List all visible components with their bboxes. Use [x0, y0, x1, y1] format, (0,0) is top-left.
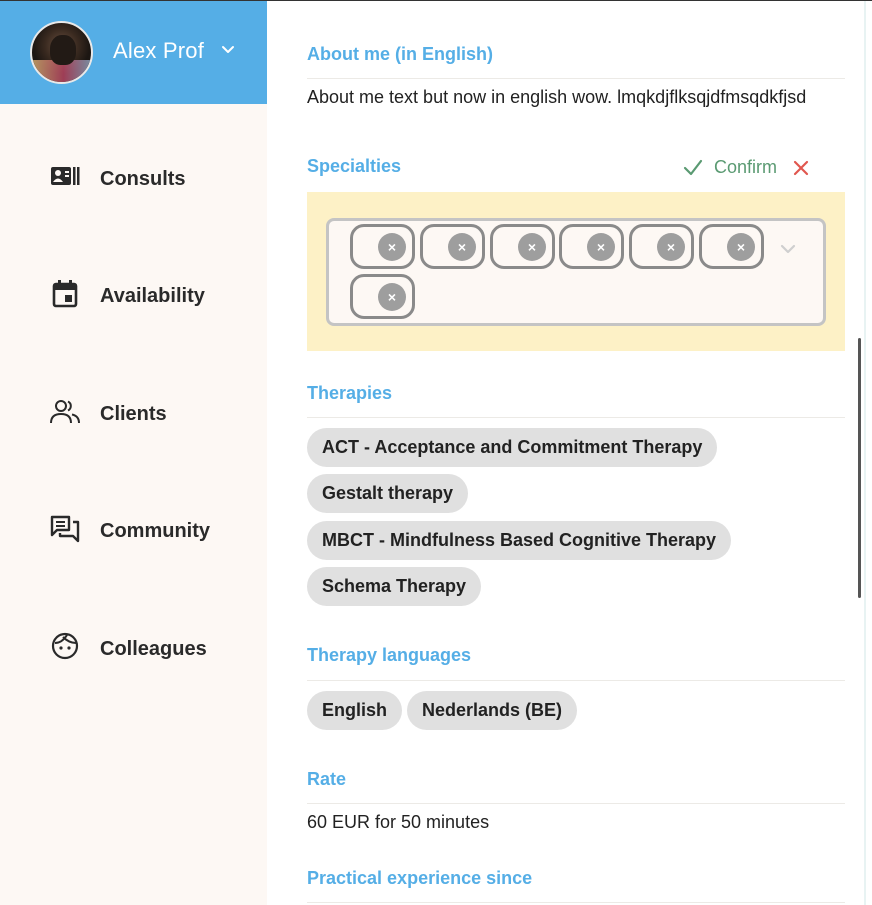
language-pill: English [307, 691, 403, 730]
specialty-tag[interactable]: × [629, 224, 694, 269]
top-border [0, 0, 872, 1]
calendar-icon [52, 280, 78, 308]
remove-tag-icon[interactable]: × [378, 283, 406, 311]
rate-text: 60 EUR for 50 minutes [307, 812, 490, 832]
chat-bubbles-icon [50, 515, 80, 543]
check-icon [683, 159, 703, 176]
chevron-down-icon [222, 46, 234, 53]
sidebar-item-label: Clients [100, 403, 167, 425]
therapy-pill: Schema Therapy [307, 567, 482, 606]
specialty-tag[interactable]: × [350, 274, 415, 319]
sidebar-item-label: Community [100, 520, 210, 542]
therapy-pill: MBCT - Mindfulness Based Cognitive Thera… [307, 521, 732, 560]
experience-title: Practical experience since [307, 868, 533, 888]
cancel-x-icon[interactable] [792, 159, 810, 177]
remove-tag-icon[interactable]: × [727, 233, 755, 261]
people-icon [50, 400, 80, 424]
divider [307, 902, 845, 903]
sidebar: Alex Prof Consults Availability Clients … [0, 0, 267, 905]
specialty-tag[interactable]: × [559, 224, 624, 269]
content-border [864, 0, 866, 905]
chevron-down-icon[interactable] [779, 240, 797, 258]
specialty-tag[interactable]: × [350, 224, 415, 269]
face-icon [51, 632, 79, 660]
specialties-title: Specialties [307, 156, 402, 176]
sidebar-item-community[interactable]: Community [0, 501, 267, 561]
specialty-tag[interactable]: × [420, 224, 485, 269]
profile-name: Alex Prof [113, 38, 205, 63]
remove-tag-icon[interactable]: × [378, 233, 406, 261]
about-title: About me (in English) [307, 44, 493, 64]
divider [307, 680, 845, 681]
remove-tag-icon[interactable]: × [657, 233, 685, 261]
sidebar-item-label: Availability [100, 285, 205, 307]
scrollbar[interactable] [858, 338, 861, 598]
languages-title: Therapy languages [307, 645, 472, 665]
specialty-tag[interactable]: × [490, 224, 555, 269]
divider [307, 803, 845, 804]
profile-menu[interactable]: Alex Prof [0, 1, 267, 104]
specialty-tag[interactable]: × [699, 224, 764, 269]
avatar [30, 21, 93, 84]
sidebar-item-consults[interactable]: Consults [0, 150, 267, 210]
language-pill: Nederlands (BE) [407, 691, 578, 730]
sidebar-item-clients[interactable]: Clients [0, 384, 267, 444]
therapy-pill: ACT - Acceptance and Commitment Therapy [307, 428, 718, 467]
divider [307, 78, 845, 79]
sidebar-item-colleagues[interactable]: Colleagues [0, 619, 267, 679]
rate-title: Rate [307, 769, 347, 789]
therapy-pill: Gestalt therapy [307, 474, 469, 513]
remove-tag-icon[interactable]: × [518, 233, 546, 261]
sidebar-item-availability[interactable]: Availability [0, 267, 267, 327]
remove-tag-icon[interactable]: × [587, 233, 615, 261]
about-text: About me text but now in english wow. lm… [307, 87, 807, 107]
sidebar-item-label: Consults [100, 168, 186, 190]
therapies-title: Therapies [307, 383, 393, 403]
contact-card-icon [51, 167, 80, 185]
confirm-label: Confirm [714, 156, 778, 177]
sidebar-item-label: Colleagues [100, 638, 207, 660]
remove-tag-icon[interactable]: × [448, 233, 476, 261]
confirm-button[interactable]: Confirm [682, 156, 777, 178]
divider [307, 417, 845, 418]
